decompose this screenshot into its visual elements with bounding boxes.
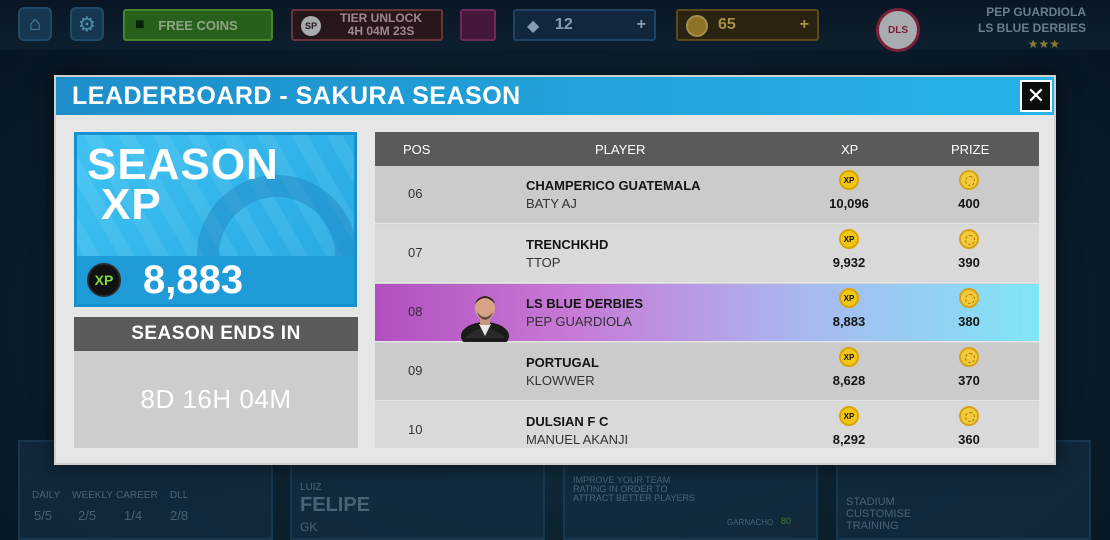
row-player-club: TTOP bbox=[526, 255, 561, 270]
row-prize: 380 bbox=[958, 314, 980, 329]
row-pos: 06 bbox=[408, 186, 423, 201]
row-player-club: BATY AJ bbox=[526, 196, 577, 211]
xp-badge-icon: XP bbox=[87, 263, 121, 297]
row-xp: 9,932 bbox=[832, 255, 866, 270]
row-pos: 09 bbox=[408, 363, 423, 378]
row-prize: 390 bbox=[958, 255, 980, 270]
xp-coin-icon: XP bbox=[839, 406, 859, 426]
header-pos: POS bbox=[403, 142, 431, 157]
row-xp: 8,292 bbox=[832, 432, 866, 447]
row-prize: 360 bbox=[958, 432, 980, 447]
season-xp-title: SEASON XP bbox=[87, 143, 279, 229]
leaderboard-table: POS PLAYER XP PRIZE 06 CHAMPERICO GUATEM… bbox=[375, 132, 1039, 448]
table-row[interactable]: 06 CHAMPERICO GUATEMALA BATY AJ XP 10,09… bbox=[375, 166, 1039, 224]
xp-coin-icon: XP bbox=[839, 229, 859, 249]
row-xp: 8,628 bbox=[832, 373, 866, 388]
table-row-current-user[interactable]: 08 LS BLUE DERBIES PEP GUARDIOLA XP 8,88… bbox=[375, 284, 1039, 342]
table-row[interactable]: 10 DULSIAN F C MANUEL AKANJI XP 8,292 36… bbox=[375, 402, 1039, 448]
modal-header: LEADERBOARD - SAKURA SEASON ✕ bbox=[56, 77, 1054, 115]
close-button[interactable]: ✕ bbox=[1020, 80, 1052, 112]
season-xp-card: SEASON XP XP 8,883 bbox=[74, 132, 357, 307]
prize-coin-icon bbox=[959, 170, 979, 190]
row-player-name: TRENCHKHD bbox=[526, 237, 609, 252]
table-row[interactable]: 09 PORTUGAL KLOWWER XP 8,628 370 bbox=[375, 343, 1039, 401]
xp-coin-icon: XP bbox=[839, 288, 859, 308]
season-ends-label: SEASON ENDS IN bbox=[74, 317, 358, 351]
row-prize: 400 bbox=[958, 196, 980, 211]
xp-coin-icon: XP bbox=[839, 170, 859, 190]
table-row[interactable]: 07 TRENCHKHD TTOP XP 9,932 390 bbox=[375, 225, 1039, 283]
row-player-name: CHAMPERICO GUATEMALA bbox=[526, 178, 701, 193]
row-xp: 10,096 bbox=[829, 196, 869, 211]
prize-coin-icon bbox=[959, 347, 979, 367]
row-xp: 8,883 bbox=[832, 314, 866, 329]
manager-avatar bbox=[461, 296, 509, 342]
season-countdown: 8D 16H 04M bbox=[74, 351, 358, 448]
row-player-name: LS BLUE DERBIES bbox=[526, 296, 644, 311]
row-pos: 07 bbox=[408, 245, 423, 260]
header-player: PLAYER bbox=[595, 142, 646, 157]
header-prize: PRIZE bbox=[951, 142, 990, 157]
prize-coin-icon bbox=[959, 229, 979, 249]
modal-title: LEADERBOARD - SAKURA SEASON bbox=[72, 82, 521, 110]
season-xp-value: 8,883 bbox=[143, 258, 244, 302]
row-pos: 10 bbox=[408, 422, 423, 437]
row-player-club: KLOWWER bbox=[526, 373, 595, 388]
row-player-name: PORTUGAL bbox=[526, 355, 599, 370]
row-player-club: PEP GUARDIOLA bbox=[526, 314, 632, 329]
row-player-name: DULSIAN F C bbox=[526, 414, 609, 429]
table-header: POS PLAYER XP PRIZE bbox=[375, 132, 1039, 166]
season-xp-bar: XP 8,883 bbox=[77, 256, 354, 304]
prize-coin-icon bbox=[959, 288, 979, 308]
leaderboard-modal: LEADERBOARD - SAKURA SEASON ✕ SEASON XP … bbox=[54, 75, 1056, 465]
header-xp: XP bbox=[841, 142, 859, 157]
season-xp-title-line2: XP bbox=[101, 180, 162, 229]
row-player-club: MANUEL AKANJI bbox=[526, 432, 629, 447]
row-pos: 08 bbox=[408, 304, 423, 319]
xp-coin-icon: XP bbox=[839, 347, 859, 367]
row-prize: 370 bbox=[958, 373, 980, 388]
prize-coin-icon bbox=[959, 406, 979, 426]
